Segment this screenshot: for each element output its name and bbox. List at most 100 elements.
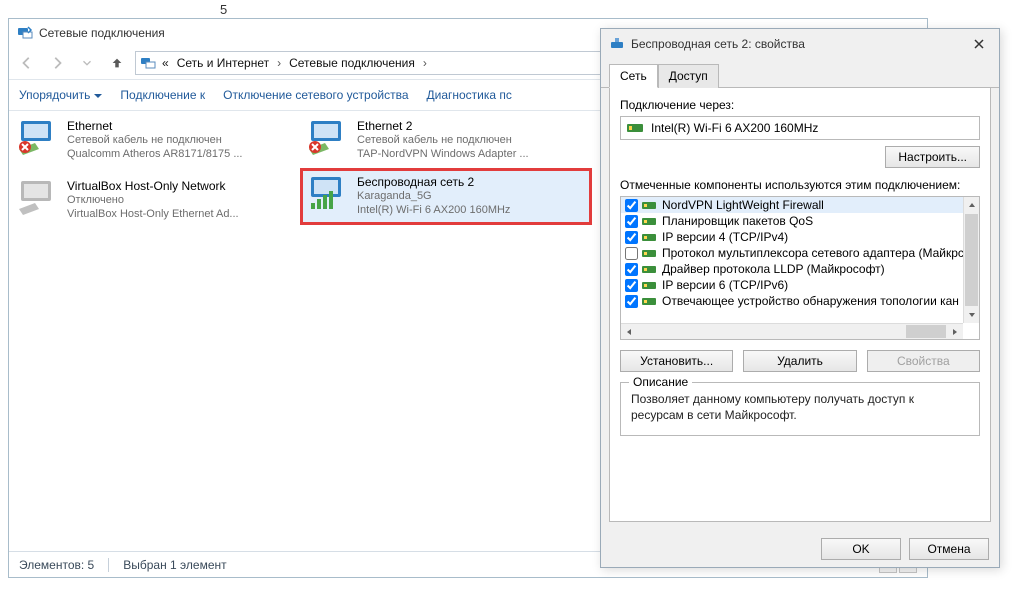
connection-name: VirtualBox Host-Only Network xyxy=(67,179,239,193)
status-divider xyxy=(108,558,109,572)
connection-status: Отключено xyxy=(67,193,239,207)
connection-device: VirtualBox Host-Only Ethernet Ad... xyxy=(67,207,239,221)
configure-button[interactable]: Настроить... xyxy=(885,146,980,168)
connection-status: Karaganda_5G xyxy=(357,189,510,203)
page-number: 5 xyxy=(220,2,227,17)
service-icon xyxy=(642,214,658,228)
component-row[interactable]: Отвечающее устройство обнаружения тополо… xyxy=(621,293,979,309)
nic-icon xyxy=(627,121,645,135)
component-checkbox[interactable] xyxy=(625,215,638,228)
ok-button[interactable]: OK xyxy=(821,538,901,560)
service-icon xyxy=(642,278,658,292)
connection-item-virtualbox[interactable]: VirtualBox Host-Only Network Отключено V… xyxy=(13,175,283,226)
scroll-thumb[interactable] xyxy=(965,214,978,306)
breadcrumb-arrow[interactable]: › xyxy=(275,56,283,70)
dialog-title: Беспроводная сеть 2: свойства xyxy=(631,37,967,51)
breadcrumb-item-2[interactable]: Сетевые подключения xyxy=(287,56,417,70)
connection-status: Сетевой кабель не подключен xyxy=(357,133,529,147)
adapter-properties-dialog: Беспроводная сеть 2: свойства Сеть Досту… xyxy=(600,28,1000,568)
close-button[interactable] xyxy=(967,35,991,53)
address-network-icon xyxy=(140,55,156,71)
service-icon xyxy=(642,230,658,244)
vertical-scrollbar[interactable] xyxy=(963,197,979,323)
ethernet-disconnected-icon xyxy=(307,119,349,155)
properties-button[interactable]: Свойства xyxy=(867,350,980,372)
remove-button[interactable]: Удалить xyxy=(743,350,856,372)
window-title: Сетевые подключения xyxy=(39,26,165,40)
connection-item-ethernet2[interactable]: Ethernet 2 Сетевой кабель не подключен T… xyxy=(303,115,573,166)
disable-device-button[interactable]: Отключение сетевого устройства xyxy=(223,88,408,102)
service-icon xyxy=(642,198,658,212)
scroll-left-arrow[interactable] xyxy=(621,324,637,339)
description-title: Описание xyxy=(629,375,692,389)
scroll-right-arrow[interactable] xyxy=(947,324,963,339)
breadcrumb-item-1[interactable]: Сеть и Интернет xyxy=(175,56,271,70)
component-label: Протокол мультиплексора сетевого адаптер… xyxy=(662,246,964,260)
component-checkbox[interactable] xyxy=(625,231,638,244)
status-elements-count: Элементов: 5 xyxy=(19,558,94,572)
component-label: IP версии 6 (TCP/IPv6) xyxy=(662,278,788,292)
component-row[interactable]: IP версии 6 (TCP/IPv6) xyxy=(621,277,979,293)
tabs: Сеть Доступ xyxy=(601,59,999,88)
component-checkbox[interactable] xyxy=(625,263,638,276)
connect-via-label: Подключение через: xyxy=(620,98,980,112)
connection-device: TAP-NordVPN Windows Adapter ... xyxy=(357,147,529,161)
connection-name: Ethernet xyxy=(67,119,243,133)
forward-button[interactable] xyxy=(45,51,69,75)
connection-status: Сетевой кабель не подключен xyxy=(67,133,243,147)
component-label: Отвечающее устройство обнаружения тополо… xyxy=(662,294,959,308)
scroll-down-arrow[interactable] xyxy=(964,307,979,323)
component-row[interactable]: Протокол мультиплексора сетевого адаптер… xyxy=(621,245,979,261)
components-list: NordVPN LightWeight Firewall Планировщик … xyxy=(620,196,980,340)
component-buttons: Установить... Удалить Свойства xyxy=(620,350,980,372)
breadcrumb-sep: « xyxy=(160,56,171,70)
connection-item-wireless[interactable]: Беспроводная сеть 2 Karaganda_5G Intel(R… xyxy=(303,171,589,222)
connection-device: Intel(R) Wi-Fi 6 AX200 160MHz xyxy=(357,203,510,217)
tab-network[interactable]: Сеть xyxy=(609,64,658,88)
component-checkbox[interactable] xyxy=(625,279,638,292)
back-button[interactable] xyxy=(15,51,39,75)
tab-access[interactable]: Доступ xyxy=(658,64,719,88)
component-label: IP версии 4 (TCP/IPv4) xyxy=(662,230,788,244)
component-label: Планировщик пакетов QoS xyxy=(662,214,813,228)
wifi-connected-icon xyxy=(307,175,349,211)
connection-device: Qualcomm Atheros AR8171/8175 ... xyxy=(67,147,243,161)
up-button[interactable] xyxy=(105,51,129,75)
component-checkbox[interactable] xyxy=(625,295,638,308)
connection-name: Ethernet 2 xyxy=(357,119,529,133)
connect-to-button[interactable]: Подключение к xyxy=(120,88,205,102)
diagnose-button[interactable]: Диагностика пс xyxy=(427,88,512,102)
service-icon xyxy=(642,294,658,308)
connection-name: Беспроводная сеть 2 xyxy=(357,175,510,189)
connect-via-section: Подключение через: Intel(R) Wi-Fi 6 AX20… xyxy=(620,98,980,140)
connection-item-ethernet[interactable]: Ethernet Сетевой кабель не подключен Qua… xyxy=(13,115,283,166)
component-row[interactable]: IP версии 4 (TCP/IPv4) xyxy=(621,229,979,245)
horizontal-scrollbar[interactable] xyxy=(621,323,963,339)
adapter-name: Intel(R) Wi-Fi 6 AX200 160MHz xyxy=(651,121,818,135)
components-label: Отмеченные компоненты используются этим … xyxy=(620,178,980,192)
install-button[interactable]: Установить... xyxy=(620,350,733,372)
scroll-thumb[interactable] xyxy=(906,325,946,338)
description-text: Позволяет данному компьютеру получать до… xyxy=(631,391,969,423)
service-icon xyxy=(642,262,658,276)
chevron-down-icon xyxy=(94,94,102,98)
status-selected-count: Выбран 1 элемент xyxy=(123,558,226,572)
dropdown-history-button[interactable] xyxy=(75,51,99,75)
network-icon xyxy=(17,25,33,41)
scroll-up-arrow[interactable] xyxy=(964,197,979,213)
description-group: Описание Позволяет данному компьютеру по… xyxy=(620,382,980,436)
dialog-buttons: OK Отмена xyxy=(601,530,999,568)
component-checkbox[interactable] xyxy=(625,199,638,212)
component-row[interactable]: Драйвер протокола LLDP (Майкрософт) xyxy=(621,261,979,277)
component-row[interactable]: NordVPN LightWeight Firewall xyxy=(621,197,979,213)
organize-menu[interactable]: Упорядочить xyxy=(19,88,102,102)
breadcrumb-arrow[interactable]: › xyxy=(421,56,429,70)
dialog-titlebar[interactable]: Беспроводная сеть 2: свойства xyxy=(601,29,999,59)
cancel-button[interactable]: Отмена xyxy=(909,538,989,560)
tab-body: Подключение через: Intel(R) Wi-Fi 6 AX20… xyxy=(609,88,991,522)
adapter-box: Intel(R) Wi-Fi 6 AX200 160MHz xyxy=(620,116,980,140)
component-row[interactable]: Планировщик пакетов QoS xyxy=(621,213,979,229)
component-checkbox[interactable] xyxy=(625,247,638,260)
service-icon xyxy=(642,246,658,260)
component-label: NordVPN LightWeight Firewall xyxy=(662,198,824,212)
